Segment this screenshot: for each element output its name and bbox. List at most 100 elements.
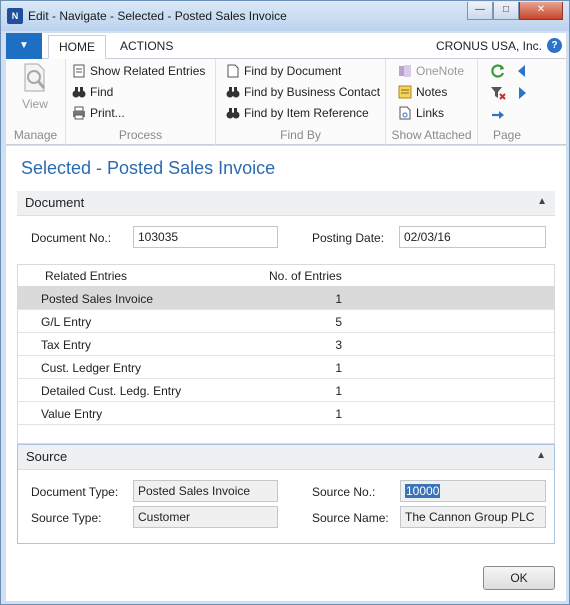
- source-fasttab-label: Source: [26, 449, 68, 464]
- document-list-icon: [72, 64, 86, 78]
- find-label: Find: [90, 85, 114, 99]
- document-no-field[interactable]: 103035: [133, 226, 278, 248]
- related-entry-name: Detailed Cust. Ledg. Entry: [41, 384, 182, 398]
- company-name[interactable]: CRONUS USA, Inc.: [436, 39, 542, 53]
- find-button[interactable]: Find: [72, 83, 113, 101]
- document-fasttab-header[interactable]: Document ▲: [17, 191, 555, 216]
- related-entry-name: Cust. Ledger Entry: [41, 361, 142, 375]
- table-row[interactable]: Posted Sales Invoice 1: [18, 287, 554, 310]
- previous-icon[interactable]: [514, 63, 530, 79]
- go-to-icon[interactable]: [490, 107, 506, 123]
- group-label-page: Page: [492, 128, 522, 142]
- find-by-business-contact-button[interactable]: Find by Business Contact: [226, 83, 380, 101]
- view-button[interactable]: View: [14, 63, 56, 111]
- ribbon-group-find-by: Find by Document Find by Business Contac…: [216, 59, 386, 145]
- ribbon-group-page: Page: [478, 59, 536, 145]
- show-related-entries-label: Show Related Entries: [90, 64, 206, 78]
- find-by-business-contact-label: Find by Business Contact: [244, 85, 381, 99]
- group-label-find-by: Find By: [280, 128, 321, 142]
- link-document-icon: [398, 106, 412, 120]
- onenote-label: OneNote: [416, 64, 465, 78]
- source-no-field[interactable]: 10000: [400, 480, 546, 502]
- document-fasttab-label: Document: [25, 195, 85, 210]
- binoculars-icon: [72, 85, 86, 99]
- source-no-value: 10000: [405, 484, 441, 498]
- entry-count[interactable]: 1: [268, 407, 342, 421]
- posting-date-field[interactable]: 02/03/16: [399, 226, 546, 248]
- source-name-field[interactable]: The Cannon Group PLC: [400, 506, 546, 528]
- entry-count[interactable]: 1: [268, 292, 342, 306]
- printer-icon: [72, 106, 86, 120]
- print-button[interactable]: Print...: [72, 104, 125, 122]
- find-by-document-button[interactable]: Find by Document: [226, 62, 341, 80]
- tab-actions[interactable]: ACTIONS: [110, 35, 183, 59]
- source-type-label: Source Type:: [31, 511, 102, 525]
- posting-date-label: Posting Date:: [312, 231, 385, 245]
- notes-button[interactable]: Notes: [398, 83, 447, 101]
- document-icon: [226, 64, 240, 78]
- ribbon-group-show-attached: OneNote Notes Links Show Attached: [386, 59, 478, 145]
- table-row[interactable]: Detailed Cust. Ledg. Entry 1: [18, 379, 554, 402]
- close-icon[interactable]: ✕: [519, 2, 563, 20]
- document-type-label: Document Type:: [31, 485, 119, 499]
- entry-count[interactable]: 3: [268, 338, 342, 352]
- clear-filter-icon[interactable]: [490, 85, 506, 101]
- group-label-show-attached: Show Attached: [391, 128, 472, 142]
- navigate-window: N Edit - Navigate - Selected - Posted Sa…: [0, 0, 570, 605]
- view-label: View: [22, 97, 48, 111]
- title-bar: N Edit - Navigate - Selected - Posted Sa…: [1, 1, 569, 31]
- table-row[interactable]: G/L Entry 5: [18, 310, 554, 333]
- ribbon-group-manage: View Manage: [6, 59, 66, 145]
- show-related-entries-button[interactable]: Show Related Entries: [72, 62, 205, 80]
- help-icon[interactable]: ?: [547, 38, 562, 53]
- minimize-icon[interactable]: —: [467, 2, 493, 20]
- print-label: Print...: [90, 106, 125, 120]
- document-no-label: Document No.:: [31, 231, 112, 245]
- window-controls: — □ ✕: [467, 2, 563, 20]
- collapse-chevron-icon[interactable]: ▲: [537, 196, 547, 207]
- links-label: Links: [416, 106, 445, 120]
- related-entry-name: Value Entry: [41, 407, 103, 421]
- source-name-label: Source Name:: [312, 511, 389, 525]
- view-icon: [22, 63, 48, 93]
- source-fasttab-header[interactable]: Source ▲: [18, 445, 554, 470]
- ribbon: View Manage Show Related Entries Find Pr…: [6, 59, 566, 145]
- related-entries-grid: Related Entries No. of Entries Posted Sa…: [17, 264, 555, 444]
- source-no-label: Source No.:: [312, 485, 376, 499]
- group-label-process: Process: [118, 128, 163, 142]
- window-title: Edit - Navigate - Selected - Posted Sale…: [28, 9, 287, 23]
- ok-button[interactable]: OK: [483, 566, 555, 590]
- related-entry-name: Tax Entry: [41, 338, 92, 352]
- table-row[interactable]: Value Entry 1: [18, 402, 554, 425]
- table-row[interactable]: Cust. Ledger Entry 1: [18, 356, 554, 379]
- onenote-icon: [398, 64, 412, 78]
- find-by-item-reference-label: Find by Item Reference: [244, 106, 369, 120]
- find-by-item-reference-button[interactable]: Find by Item Reference: [226, 104, 369, 122]
- maximize-icon[interactable]: □: [493, 2, 519, 20]
- app-menu-button[interactable]: ▼: [6, 33, 42, 59]
- next-icon[interactable]: [514, 85, 530, 101]
- column-header-related-entries[interactable]: Related Entries: [45, 269, 127, 283]
- onenote-button[interactable]: OneNote: [398, 62, 464, 80]
- related-entry-name: Posted Sales Invoice: [41, 292, 154, 306]
- source-type-field[interactable]: Customer: [133, 506, 278, 528]
- document-type-field[interactable]: Posted Sales Invoice: [133, 480, 278, 502]
- table-row[interactable]: Tax Entry 3: [18, 333, 554, 356]
- entry-count[interactable]: 1: [268, 384, 342, 398]
- notes-label: Notes: [416, 85, 448, 99]
- app-logo-icon: N: [7, 8, 23, 24]
- content-area: Selected - Posted Sales Invoice Document…: [6, 146, 566, 601]
- group-label-manage: Manage: [13, 128, 58, 142]
- grid-header: Related Entries No. of Entries: [18, 265, 554, 287]
- column-header-no-of-entries[interactable]: No. of Entries: [269, 269, 342, 283]
- related-entry-name: G/L Entry: [41, 315, 92, 329]
- entry-count[interactable]: 5: [268, 315, 342, 329]
- ribbon-tabs: ▼ HOME ACTIONS CRONUS USA, Inc. ?: [6, 33, 566, 59]
- ribbon-group-process: Show Related Entries Find Print... Proce…: [66, 59, 216, 145]
- tab-home[interactable]: HOME: [48, 35, 106, 59]
- binoculars-icon: [226, 85, 240, 99]
- refresh-icon[interactable]: [490, 63, 506, 79]
- collapse-chevron-icon[interactable]: ▲: [536, 450, 546, 461]
- links-button[interactable]: Links: [398, 104, 444, 122]
- entry-count[interactable]: 1: [268, 361, 342, 375]
